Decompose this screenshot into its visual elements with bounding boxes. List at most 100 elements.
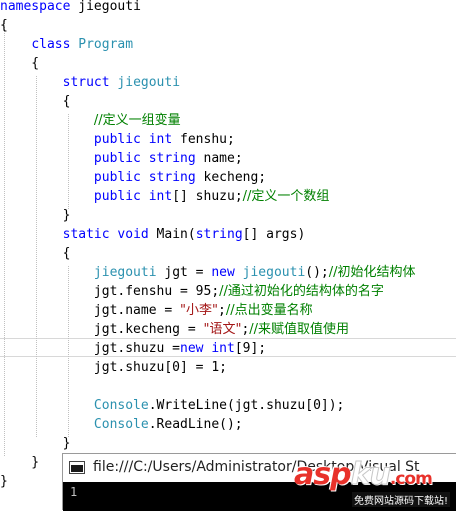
code-token-txt: .ReadLine();: [148, 417, 243, 432]
code-token-kw: string: [148, 170, 196, 185]
code-token-type: jiegouti: [117, 75, 181, 90]
code-token-kw: public: [93, 132, 141, 147]
code-line[interactable]: jgt.fenshu = 95;//通过初始化的结构体的名字: [0, 282, 384, 301]
code-token-kw: struct: [62, 75, 110, 90]
code-token-cm: //定义一个数组: [242, 189, 330, 204]
code-line[interactable]: public int fenshu;: [0, 130, 235, 149]
code-token-str: "小李": [180, 303, 218, 318]
code-token-txt: jgt.kecheng =: [0, 322, 204, 337]
code-line[interactable]: Console.ReadLine();: [0, 415, 243, 434]
code-line[interactable]: Console.WriteLine(jgt.shuzu[0]);: [0, 396, 344, 415]
watermark-subtitle: 免费网站源码下载站!: [351, 492, 450, 507]
code-token-txt: jgt =: [156, 265, 212, 280]
code-line[interactable]: {: [0, 92, 71, 111]
code-line[interactable]: {: [0, 54, 39, 73]
code-line[interactable]: //定义一组变量: [0, 111, 181, 130]
code-token-txt: .WriteLine(jgt.shuzu[0]);: [148, 398, 345, 413]
code-token-txt: Main(: [148, 227, 196, 242]
watermark-logo-text: aspku.com: [294, 457, 433, 493]
code-line[interactable]: namespace jiegouti: [0, 0, 141, 16]
code-token-txt: kecheng;: [195, 170, 267, 185]
watermark-logo: aspku.com 免费网站源码下载站!: [284, 455, 456, 510]
code-token-txt: ;: [217, 303, 226, 318]
code-line[interactable]: jiegouti jgt = new jiegouti();//初始化结构体: [0, 263, 416, 282]
code-token-kw: int: [148, 132, 173, 147]
code-token-cm: //定义一组变量: [93, 113, 181, 128]
code-line[interactable]: jgt.shuzu[0] = 1;: [0, 358, 227, 377]
code-line[interactable]: }: [0, 206, 71, 225]
code-token-txt: {: [0, 246, 71, 261]
code-token-txt: {: [0, 56, 40, 71]
code-token-kw: public: [93, 170, 141, 185]
code-token-kw: string: [195, 227, 243, 242]
code-token-type: Console: [93, 398, 149, 413]
code-token-txt: [9];: [234, 341, 267, 356]
code-token-kw: new: [211, 265, 235, 280]
code-line[interactable]: {: [0, 16, 8, 35]
code-token-txt: jgt.shuzu =: [0, 341, 181, 356]
code-line[interactable]: jgt.kecheng = "语文";//来赋值取值使用: [0, 320, 349, 339]
code-line[interactable]: jgt.shuzu =new int[9];: [0, 339, 266, 358]
code-line[interactable]: {: [0, 244, 71, 263]
code-line[interactable]: class Program: [0, 35, 133, 54]
code-token-kw: int: [148, 189, 173, 204]
console-window-icon: [69, 461, 85, 474]
code-token-kw: static: [62, 227, 110, 242]
code-token-txt: [] args): [242, 227, 306, 242]
code-token-txt: }: [0, 474, 8, 489]
code-token-str: "语文": [203, 322, 242, 337]
code-token-kw: int: [211, 341, 235, 356]
code-line[interactable]: public int[] shuzu;//定义一个数组: [0, 187, 330, 206]
code-token-txt: ();: [305, 265, 329, 280]
code-token-kw: class: [31, 37, 71, 52]
code-token-txt: }: [0, 208, 71, 223]
code-token-type: Console: [93, 417, 149, 432]
code-token-txt: {: [0, 18, 8, 33]
code-line[interactable]: }: [0, 472, 8, 491]
code-token-txt: [] shuzu;: [172, 189, 243, 204]
code-token-kw: namespace: [0, 0, 71, 14]
code-line[interactable]: jgt.name = "小李";//点出变量名称: [0, 301, 313, 320]
code-token-cm: //来赋值取值使用: [249, 322, 350, 337]
code-line[interactable]: }: [0, 453, 39, 472]
code-token-cm: //初始化结构体: [328, 265, 416, 280]
code-token-cm: //通过初始化的结构体的名字: [219, 284, 384, 299]
code-token-txt: jgt.name =: [0, 303, 181, 318]
code-editor[interactable]: namespace jiegouti { class Program { stru…: [0, 0, 456, 510]
code-token-kw: public: [93, 189, 141, 204]
code-line[interactable]: }: [0, 434, 71, 453]
code-token-kw: void: [117, 227, 149, 242]
code-line[interactable]: public string kecheng;: [0, 168, 266, 187]
code-token-cm: //点出变量名称: [225, 303, 313, 318]
code-line[interactable]: static void Main(string[] args): [0, 225, 306, 244]
code-line[interactable]: public string name;: [0, 149, 243, 168]
code-token-type: jiegouti: [93, 265, 157, 280]
code-token-type: jiegouti: [242, 265, 306, 280]
console-output-text: 1: [70, 485, 78, 499]
code-token-txt: jgt.shuzu[0] = 1;: [0, 360, 227, 375]
code-token-kw: public: [93, 151, 141, 166]
code-line[interactable]: struct jiegouti: [0, 73, 180, 92]
code-token-type: Program: [78, 37, 134, 52]
code-token-txt: {: [0, 94, 71, 109]
code-token-txt: jgt.fenshu = 95;: [0, 284, 220, 299]
code-token-txt: jiegouti: [70, 0, 141, 14]
code-token-txt: }: [0, 455, 40, 470]
code-token-txt: fenshu;: [172, 132, 235, 147]
code-token-txt: name;: [195, 151, 243, 166]
